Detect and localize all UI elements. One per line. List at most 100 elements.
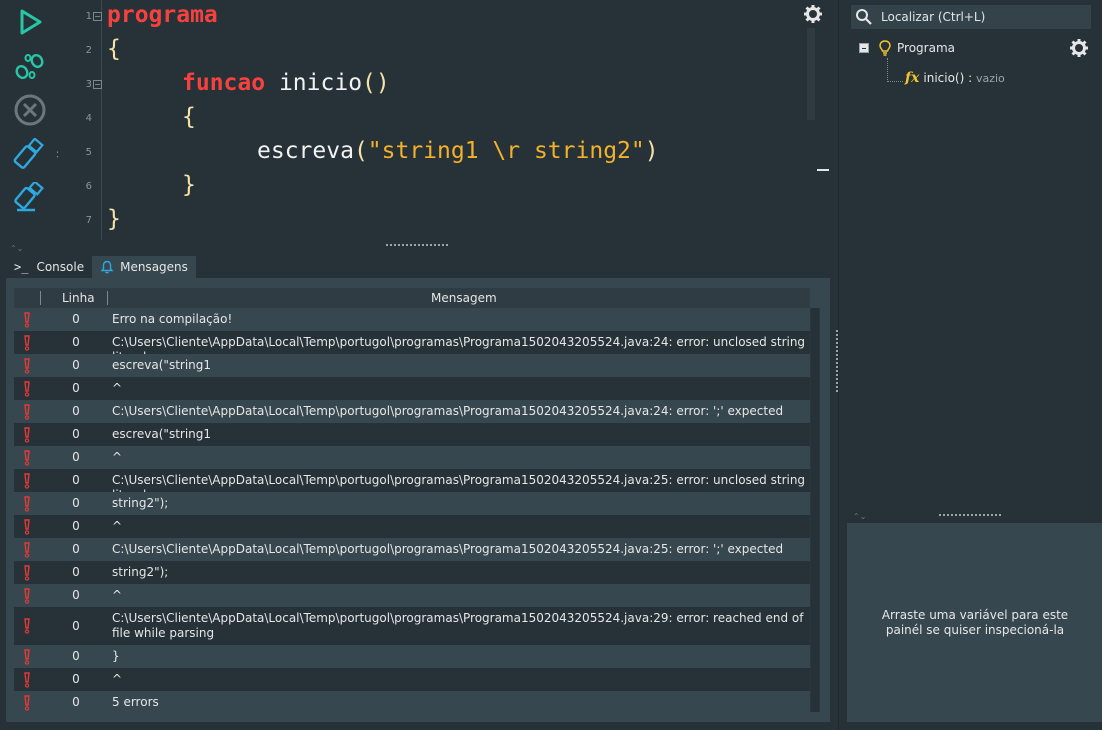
- messages-panel: Linha Mensagem 0 Erro na compilação! 0 C:\U…: [6, 278, 830, 722]
- row-mensagem: ^: [112, 381, 123, 395]
- line-number: 2: [85, 45, 92, 56]
- brace: }: [107, 206, 121, 232]
- output-panel: >_ Console Mensagens Linha Mensagem 0 Err…: [0, 256, 830, 730]
- tab-mensagens[interactable]: Mensagens: [92, 256, 196, 278]
- code-line-3: funcao inicio(): [182, 66, 390, 100]
- row-mensagem: C:\Users\Cliente\AppData\Local\Temp\port…: [112, 611, 804, 640]
- code-editor[interactable]: 1 − 2 3 − 4 5 6 7 programa { funcao inic…: [58, 0, 830, 240]
- tree-settings-gear-icon[interactable]: [1069, 38, 1089, 58]
- run-toolbar: [0, 0, 72, 240]
- usb-connect-icon: [13, 138, 44, 169]
- error-icon: [24, 450, 30, 466]
- usb-edit-icon: [14, 182, 44, 212]
- table-row[interactable]: 0 C:\Users\Cliente\AppData\Local\Temp\por…: [14, 469, 810, 502]
- code-line-4: {: [182, 100, 196, 134]
- function-name: inicio: [278, 70, 363, 96]
- brace: {: [107, 36, 121, 62]
- tree-connector: [887, 81, 903, 82]
- tab-console-label: Console: [36, 260, 85, 274]
- table-row[interactable]: 0 string2");: [14, 492, 810, 515]
- inspector-splitter-handle[interactable]: [939, 514, 1001, 518]
- editor-settings-gear-icon[interactable]: [803, 4, 823, 24]
- tab-console[interactable]: >_ Console: [6, 256, 92, 278]
- error-icon: [24, 565, 30, 581]
- table-row[interactable]: 0 C:\Users\Cliente\AppData\Local\Temp\por…: [14, 331, 810, 364]
- minimize-icon[interactable]: [817, 169, 829, 171]
- row-linha: 0: [72, 565, 80, 579]
- row-mensagem: escreva("string1: [112, 358, 212, 372]
- error-icon: [24, 404, 30, 420]
- row-mensagem: ^: [112, 519, 123, 533]
- table-row[interactable]: 0 ^: [14, 377, 810, 400]
- line-number: 5: [85, 147, 92, 158]
- table-scrollbar[interactable]: [810, 308, 820, 712]
- row-linha: 0: [72, 619, 80, 633]
- table-row[interactable]: 0 C:\Users\Cliente\AppData\Local\Temp\por…: [14, 400, 810, 423]
- error-icon: [24, 381, 30, 397]
- row-linha: 0: [72, 381, 80, 395]
- error-icon: [24, 312, 30, 328]
- line-number: 4: [85, 113, 92, 124]
- edit-device-button[interactable]: [10, 181, 50, 215]
- connect-device-button[interactable]: [10, 137, 50, 171]
- row-linha: 0: [72, 427, 80, 441]
- call-name: escreva: [257, 138, 354, 164]
- collapse-toggle-icon[interactable]: [859, 43, 869, 53]
- error-icon: [24, 672, 30, 688]
- stop-button[interactable]: [10, 93, 50, 127]
- function-fx-icon: fx: [905, 70, 920, 86]
- table-row[interactable]: 0 C:\Users\Cliente\AppData\Local\Temp\por…: [14, 538, 810, 561]
- table-row[interactable]: 0 ^: [14, 668, 810, 691]
- code-line-5: escreva("string1 \r string2"): [257, 134, 659, 168]
- row-mensagem: ^: [112, 450, 123, 464]
- row-mensagem: string2");: [112, 565, 169, 579]
- row-mensagem: C:\Users\Cliente\AppData\Local\Temp\port…: [112, 404, 784, 418]
- editor-splitter-handle[interactable]: [386, 244, 448, 248]
- ide-window: 1 − 2 3 − 4 5 6 7 programa { funcao inic…: [0, 0, 1102, 730]
- header-mensagem[interactable]: Mensagem: [431, 291, 497, 305]
- step-button[interactable]: [10, 49, 50, 83]
- tree-node-programa[interactable]: Programa: [859, 40, 955, 56]
- table-row[interactable]: 0 ^: [14, 446, 810, 469]
- error-icon: [24, 649, 30, 665]
- code-line-7: }: [107, 202, 121, 236]
- lightbulb-icon: [879, 40, 891, 56]
- table-row[interactable]: 0 escreva("string1: [14, 423, 810, 446]
- tree-node-inicio[interactable]: fx inicio() : vazio: [905, 70, 1005, 86]
- row-mensagem: Erro na compilação!: [112, 312, 233, 326]
- tree-function-type: vazio: [975, 71, 1005, 85]
- code-line-1: programa: [107, 0, 218, 32]
- error-icon: [24, 473, 30, 489]
- row-mensagem: }: [112, 649, 120, 663]
- play-button[interactable]: [10, 5, 50, 39]
- table-row[interactable]: 0 string2");: [14, 561, 810, 584]
- search-box[interactable]: Localizar (Ctrl+L): [851, 5, 1091, 29]
- table-row[interactable]: 0 ^: [14, 515, 810, 538]
- row-mensagem: ^: [112, 672, 123, 686]
- fold-toggle[interactable]: −: [93, 80, 102, 89]
- messages-table: Linha Mensagem 0 Erro na compilação! 0 C:\U…: [14, 288, 810, 712]
- table-row[interactable]: 0 ^: [14, 584, 810, 607]
- table-row[interactable]: 0 Erro na compilação!: [14, 308, 810, 331]
- table-row[interactable]: 0}: [14, 645, 810, 668]
- table-row[interactable]: 0 5 errors: [14, 691, 810, 712]
- scrollbar-thumb[interactable]: [811, 308, 819, 712]
- header-linha[interactable]: Linha: [62, 291, 95, 305]
- collapse-arrows-icon[interactable]: ⌃⌄: [853, 512, 866, 521]
- variable-inspector[interactable]: Arraste uma variável para este painél se…: [847, 523, 1102, 722]
- editor-scrollbar[interactable]: [807, 28, 815, 120]
- table-row[interactable]: 0 escreva("string1: [14, 354, 810, 377]
- output-tabs: >_ Console Mensagens: [6, 256, 196, 278]
- row-linha: 0: [72, 496, 80, 510]
- header-divider: [40, 291, 41, 305]
- tree-function-label: inicio(): [923, 71, 965, 85]
- error-icon: [24, 542, 30, 558]
- collapse-arrows-icon[interactable]: ⌃⌄: [10, 244, 23, 253]
- row-mensagem: 5 errors: [112, 695, 159, 709]
- tree-connector: [887, 58, 888, 82]
- bell-icon: [100, 260, 114, 274]
- vertical-splitter-handle[interactable]: [836, 330, 838, 392]
- table-row[interactable]: 0 C:\Users\Cliente\AppData\Local\Temp\por…: [14, 607, 810, 645]
- fold-toggle[interactable]: −: [93, 12, 102, 21]
- row-linha: 0: [72, 519, 80, 533]
